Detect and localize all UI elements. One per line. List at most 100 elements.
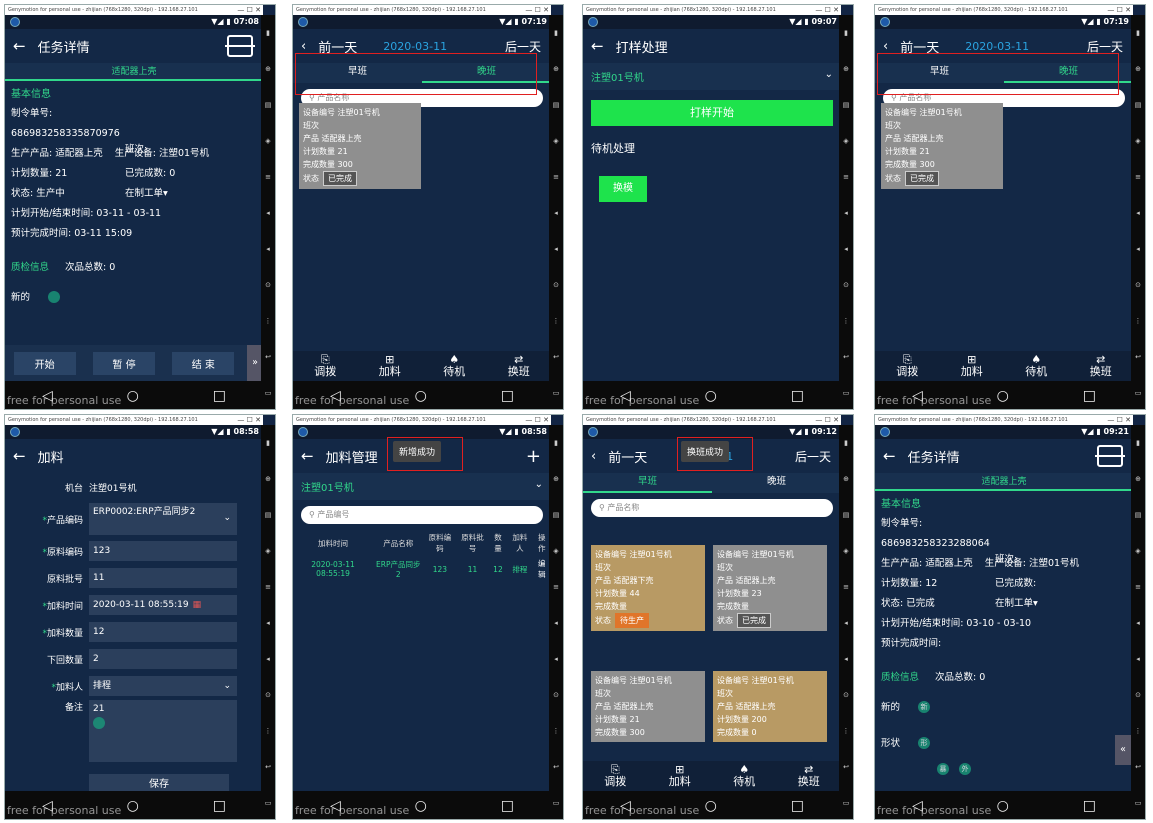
- scan-icon[interactable]: [225, 35, 255, 57]
- back-arrow-icon[interactable]: ←: [13, 37, 26, 55]
- collapse-icon[interactable]: «: [1115, 735, 1131, 765]
- emulator-sidebar: ▮ ⊕ ▤ ◈ ≡ ◂ ◂ ⊙ ⋮ ↩ ▭: [839, 15, 853, 409]
- defect-bubble-icon[interactable]: [48, 291, 61, 303]
- machine-card[interactable]: 设备编号 注塑01号机 班次 产品 适配器上壳 计划数量 21 完成数量 300…: [881, 103, 1003, 189]
- pause-button[interactable]: 暂 停: [92, 351, 155, 375]
- order-state-dropdown[interactable]: 在制工单: [995, 597, 1033, 611]
- status-bar: ▼◢ ▮ 07:08: [5, 15, 263, 29]
- highlight-box: [877, 53, 1119, 95]
- nav-feed[interactable]: ⊞ 加料: [961, 354, 983, 378]
- window-controls[interactable]: — ☐ ✕: [815, 415, 839, 425]
- end-button[interactable]: 结 束: [172, 351, 235, 375]
- back-arrow-icon[interactable]: ←: [13, 447, 26, 465]
- nav-standby[interactable]: ♠ 待机: [1025, 354, 1047, 378]
- window-controls[interactable]: — ☐ ✕: [525, 415, 549, 425]
- defect-bubble-icon[interactable]: 外: [959, 763, 971, 775]
- machine-select[interactable]: 注塑01号机 ⌄: [293, 473, 551, 500]
- nav-shift-change[interactable]: ⇄ 换班: [798, 764, 820, 788]
- feed-time-input[interactable]: 2020-03-11 08:55:19 ▦: [89, 595, 237, 615]
- tab-night[interactable]: 晚班: [712, 473, 841, 493]
- window-controls[interactable]: — ☐ ✕: [1107, 5, 1131, 15]
- nav-transfer[interactable]: ⎘ 调拨: [604, 764, 626, 788]
- back-chevron-icon[interactable]: ‹: [301, 39, 306, 54]
- field-product-code: *产品编码 ERP0002:ERP产品同步2 ⌄: [5, 501, 263, 537]
- recent-nav-icon[interactable]: □: [1083, 798, 1096, 814]
- next-day-button[interactable]: 后一天: [505, 38, 541, 55]
- next-day-button[interactable]: 后一天: [795, 448, 831, 465]
- remark-textarea[interactable]: 21: [89, 700, 237, 762]
- operator-select[interactable]: 排程 ⌄: [89, 676, 237, 696]
- feed-qty-input[interactable]: 12: [89, 622, 237, 642]
- nav-feed[interactable]: ⊞ 加料: [379, 354, 401, 378]
- add-icon[interactable]: +: [526, 446, 541, 467]
- search-input[interactable]: ⚲ 产品编号: [301, 506, 543, 524]
- product-code-select[interactable]: ERP0002:ERP产品同步2 ⌄: [89, 503, 237, 535]
- home-nav-icon[interactable]: ○: [127, 798, 139, 814]
- recent-nav-icon[interactable]: □: [501, 388, 514, 404]
- watermark: free for personal use: [585, 804, 700, 817]
- current-date[interactable]: 2020-03-11: [965, 40, 1029, 53]
- machine-card[interactable]: 设备编号 注塑01号机 班次 产品 适配器上壳 计划数量 21 完成数量 300…: [299, 103, 421, 189]
- home-nav-icon[interactable]: ○: [705, 388, 717, 404]
- window-controls[interactable]: — ☐ ✕: [237, 5, 261, 15]
- defect-bubble-icon[interactable]: 形: [918, 737, 931, 749]
- home-nav-icon[interactable]: ○: [705, 798, 717, 814]
- recent-nav-icon[interactable]: □: [1083, 388, 1096, 404]
- back-chevron-icon[interactable]: ‹: [883, 39, 888, 54]
- machine-select[interactable]: 注塑01号机 ⌄: [583, 63, 841, 90]
- defect-bubble-icon[interactable]: 暴: [937, 763, 949, 775]
- nav-transfer[interactable]: ⎘ 调拨: [896, 354, 918, 378]
- product-tab[interactable]: 适配器上壳: [875, 473, 1133, 491]
- current-date[interactable]: 2020-03-11: [383, 40, 447, 53]
- recent-nav-icon[interactable]: □: [501, 798, 514, 814]
- machine-value: 注塑01号机: [591, 73, 644, 84]
- home-nav-icon[interactable]: ○: [997, 388, 1009, 404]
- window-controls[interactable]: — ☐ ✕: [237, 415, 261, 425]
- home-nav-icon[interactable]: ○: [127, 388, 139, 404]
- window-controls[interactable]: — ☐ ✕: [525, 5, 549, 15]
- machine-card[interactable]: 设备编号 注塑01号机 班次 产品 适配器上壳 计划数量 23 完成数量 状态 已完成: [713, 545, 827, 631]
- order-state-dropdown[interactable]: 在制工单: [125, 187, 163, 201]
- nav-standby[interactable]: ♠ 待机: [443, 354, 465, 378]
- search-input[interactable]: ⚲ 产品名称: [591, 499, 833, 517]
- card-shift: 班次: [595, 689, 611, 698]
- start-button[interactable]: 开始: [13, 351, 76, 375]
- product-tab[interactable]: 适配器上壳: [5, 63, 263, 81]
- back-arrow-icon[interactable]: ←: [883, 447, 896, 465]
- window-controls[interactable]: — ☐ ✕: [1107, 415, 1131, 425]
- calendar-icon[interactable]: ▦: [193, 600, 202, 610]
- status-time: 08:58: [233, 427, 259, 436]
- batch-input[interactable]: 11: [89, 568, 237, 588]
- next-day-button[interactable]: 后一天: [1087, 38, 1123, 55]
- nav-transfer[interactable]: ⎘ 调拨: [314, 354, 336, 378]
- defect-total: 次品总数: 0: [65, 262, 116, 273]
- nav-feed[interactable]: ⊞ 加料: [669, 764, 691, 788]
- recent-nav-icon[interactable]: □: [791, 798, 804, 814]
- tab-morning[interactable]: 早班: [583, 473, 712, 493]
- col-header: 加料时间: [318, 538, 349, 548]
- window-controls[interactable]: — ☐ ✕: [815, 5, 839, 15]
- nav-shift-change[interactable]: ⇄ 换班: [508, 354, 530, 378]
- change-mold-button[interactable]: 换模: [599, 176, 647, 202]
- material-code-input[interactable]: 123: [89, 541, 237, 561]
- recent-nav-icon[interactable]: □: [213, 388, 226, 404]
- back-arrow-icon[interactable]: ←: [591, 37, 604, 55]
- chevron-down-icon: ⌄: [223, 681, 231, 691]
- start-sample-button[interactable]: 打样开始: [591, 100, 833, 126]
- machine-card[interactable]: 设备编号 注塑01号机 班次 产品 适配器上壳 计划数量 200 完成数量 0: [713, 671, 827, 742]
- defect-bubble-icon[interactable]: 新: [918, 701, 931, 713]
- home-nav-icon[interactable]: ○: [415, 388, 427, 404]
- home-nav-icon[interactable]: ○: [415, 798, 427, 814]
- back-chevron-icon[interactable]: ‹: [591, 449, 596, 464]
- scan-icon[interactable]: [1095, 445, 1125, 467]
- nav-standby[interactable]: ♠ 待机: [733, 764, 755, 788]
- recent-nav-icon[interactable]: □: [791, 388, 804, 404]
- recent-nav-icon[interactable]: □: [213, 798, 226, 814]
- nav-shift-change[interactable]: ⇄ 换班: [1090, 354, 1112, 378]
- machine-card[interactable]: 设备编号 注塑01号机 班次 产品 适配器上壳 计划数量 21 完成数量 300: [591, 671, 705, 742]
- next-qty-input[interactable]: 2: [89, 649, 237, 669]
- back-arrow-icon[interactable]: ←: [301, 447, 314, 465]
- prev-day-button[interactable]: 前一天: [608, 447, 647, 466]
- home-nav-icon[interactable]: ○: [997, 798, 1009, 814]
- machine-card[interactable]: 设备编号 注塑01号机 班次 产品 适配器下壳 计划数量 44 完成数量 状态 待生产: [591, 545, 705, 631]
